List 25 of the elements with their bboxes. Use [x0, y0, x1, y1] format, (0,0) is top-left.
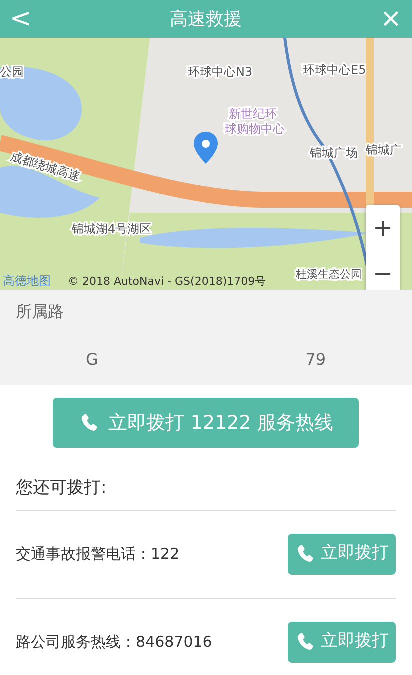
road-section-label: 所属路 — [16, 301, 65, 323]
page-title: 高速救援 — [170, 8, 242, 32]
map-label: 锦城湖4号湖区 — [72, 222, 152, 236]
map-label: 球购物中心 — [225, 122, 285, 136]
zoom-out-button[interactable]: − — [366, 251, 400, 290]
call-button[interactable]: 立即拨打 — [288, 534, 396, 574]
location-pin-icon — [194, 132, 218, 164]
map-label: 公园 — [0, 65, 24, 79]
map-label: 新世纪环 — [229, 107, 277, 121]
close-button[interactable]: × — [370, 6, 412, 32]
zoom-in-button[interactable]: + — [366, 205, 400, 251]
road-section-value-end: 79 — [306, 349, 326, 371]
contact-label: 路公司服务热线：84687016 — [16, 632, 212, 653]
map-label: 环球中心N3 — [188, 65, 253, 79]
map-label: 成都绕城高速 — [9, 149, 82, 184]
contact-label: 交通事故报警电话：122 — [16, 544, 180, 565]
more-numbers-label: 您还可拨打: — [16, 477, 108, 500]
map-label: 环球中心E5 — [303, 63, 366, 77]
map-logo: 高德地图 — [3, 274, 51, 288]
map-label: 桂溪生态公园 — [296, 268, 362, 281]
call-button[interactable]: 立即拨打 — [288, 622, 396, 662]
road-section-value: G — [86, 349, 98, 371]
call-hotline-button[interactable]: 立即拨打 12122 服务热线 — [53, 398, 359, 448]
back-button[interactable]: < — [0, 6, 42, 32]
map-attribution: © 2018 AutoNavi - GS(2018)1709号 — [68, 275, 266, 288]
